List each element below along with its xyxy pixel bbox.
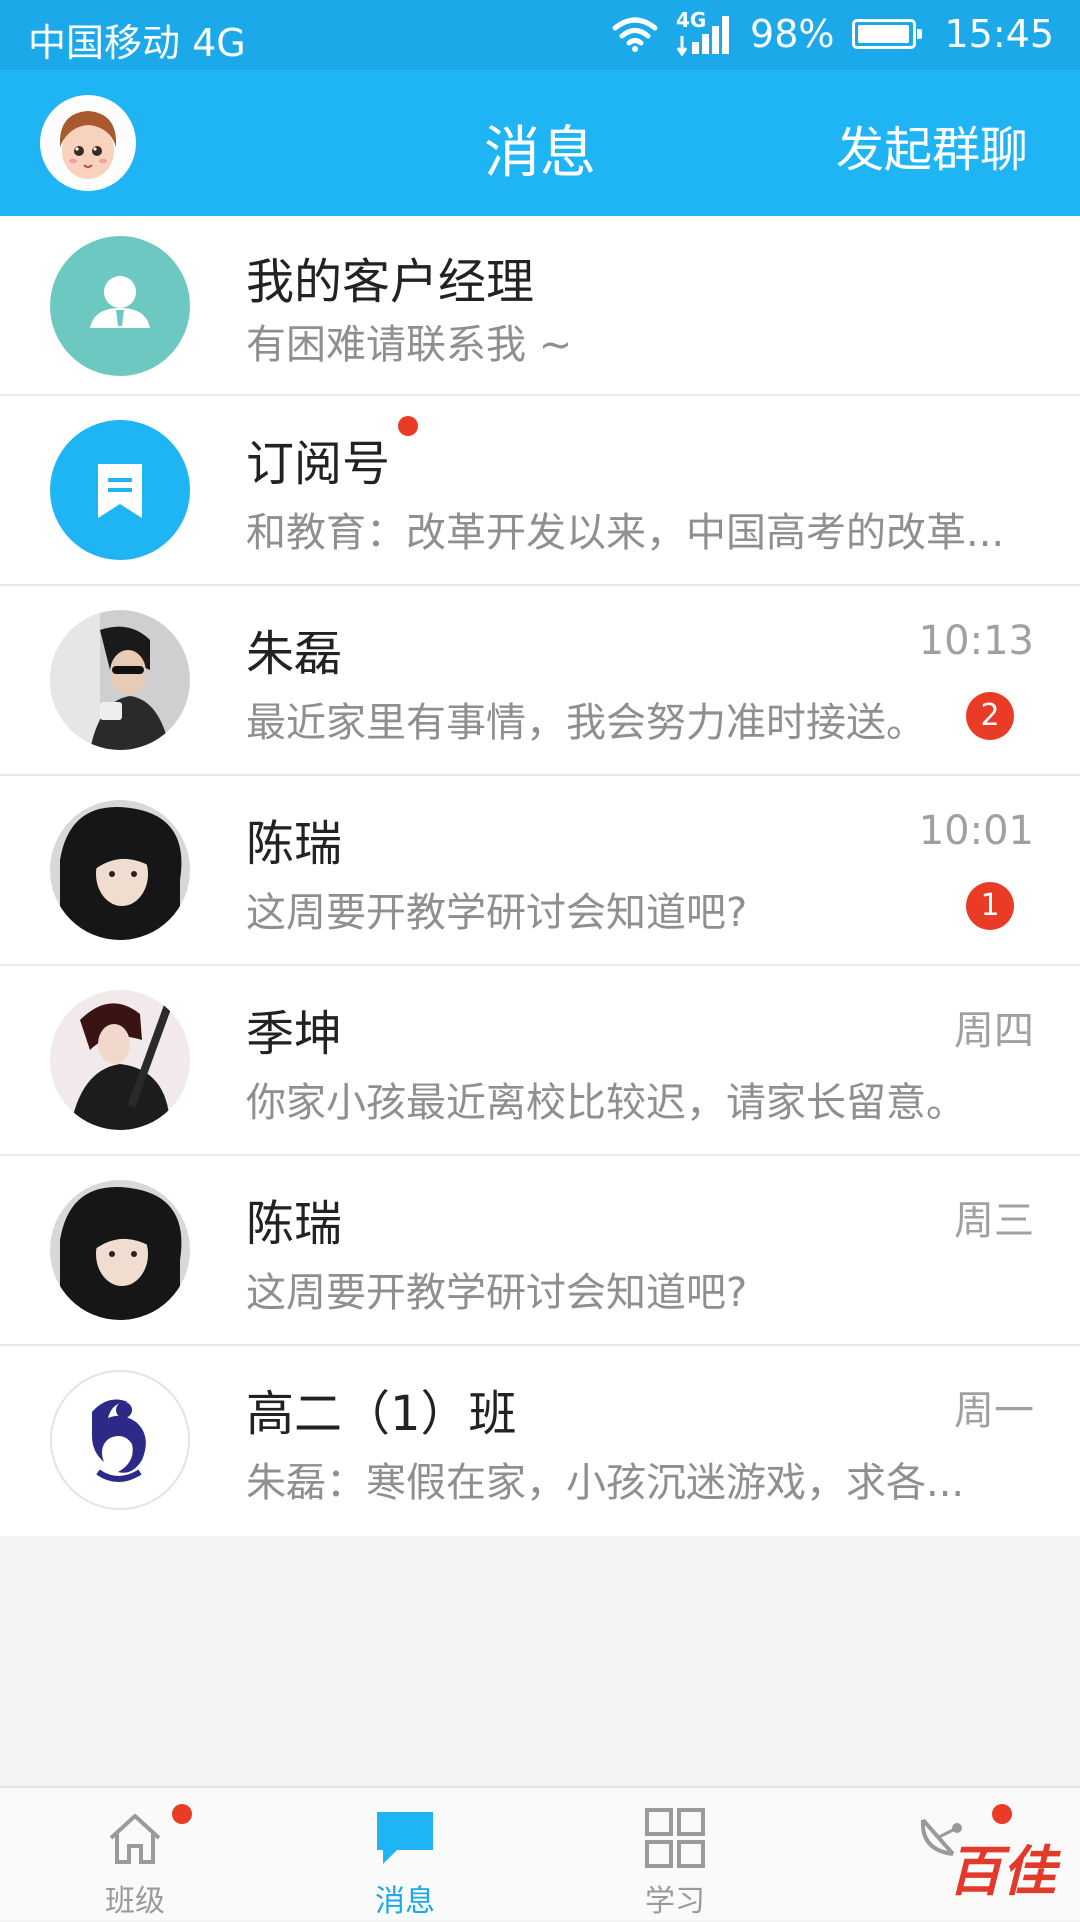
user-photo (50, 800, 190, 940)
conversation-preview: 有困难请联系我 ~ (246, 322, 573, 368)
user-photo (50, 990, 190, 1130)
conversation-time: 周四 (954, 1008, 1034, 1054)
battery-icon (852, 19, 923, 49)
conversation-item[interactable]: 陈瑞 10:01 这周要开教学研讨会知道吧? 1 (0, 776, 1080, 966)
tab-study[interactable]: 学习 (540, 1788, 810, 1922)
unread-dot (992, 1804, 1012, 1824)
conversation-name: 订阅号 (246, 436, 391, 492)
battery-fill (858, 25, 910, 43)
app-header: 消息 发起群聊 (0, 70, 1080, 216)
signal-icon: 4G (676, 8, 732, 56)
conversation-time: 10:13 (918, 618, 1034, 664)
tab-class[interactable]: 班级 (0, 1788, 270, 1922)
clock: 15:45 (944, 12, 1054, 56)
conversation-name: 陈瑞 (246, 1196, 343, 1252)
conversation-name: 陈瑞 (246, 816, 343, 872)
conversation-name: 朱磊 (246, 626, 343, 682)
start-group-chat-button[interactable]: 发起群聊 (836, 110, 1028, 180)
user-photo (50, 1180, 190, 1320)
conversation-preview: 朱磊：寒假在家，小孩沉迷游戏，求各... (246, 1460, 965, 1506)
bookmark-icon (50, 420, 190, 560)
conversation-preview: 这周要开教学研讨会知道吧? (246, 1270, 748, 1316)
conversation-preview: 最近家里有事情，我会努力准时接送。 (246, 700, 926, 746)
tab-label: 消息 (375, 1884, 435, 1919)
conversation-list: 我的客户经理 有困难请联系我 ~ 订阅号 和教育：改革开发以来，中国高考的改革.… (0, 216, 1080, 1536)
conversation-time: 周三 (954, 1198, 1034, 1244)
class-logo (50, 1370, 190, 1510)
conversation-time: 周一 (954, 1388, 1034, 1434)
status-bar: 中国移动 4G 4G 98% 15:45 (0, 0, 1080, 70)
battery-percent: 98% (750, 12, 835, 56)
carrier-label: 中国移动 4G (28, 21, 246, 65)
conversation-preview: 和教育：改革开发以来，中国高考的改革... (246, 510, 1005, 556)
conversation-item[interactable]: 我的客户经理 有困难请联系我 ~ (0, 216, 1080, 396)
conversation-preview: 你家小孩最近离校比较迟，请家长留意。 (246, 1080, 966, 1126)
tab-messages[interactable]: 消息 (270, 1788, 540, 1922)
conversation-item[interactable]: 订阅号 和教育：改革开发以来，中国高考的改革... (0, 396, 1080, 586)
manager-icon (50, 236, 190, 376)
conversation-item[interactable]: 季坤 周四 你家小孩最近离校比较迟，请家长留意。 (0, 966, 1080, 1156)
grid-icon (645, 1808, 705, 1868)
chat-icon (377, 1812, 433, 1864)
user-photo (50, 610, 190, 750)
watermark-logo: 百佳 (948, 1840, 1056, 1903)
tab-label: 班级 (105, 1884, 165, 1919)
conversation-item[interactable]: 朱磊 10:13 最近家里有事情，我会努力准时接送。 2 (0, 586, 1080, 776)
conversation-item[interactable]: 高二（1）班 周一 朱磊：寒假在家，小孩沉迷游戏，求各... (0, 1346, 1080, 1536)
conversation-name: 季坤 (246, 1006, 343, 1062)
home-icon (109, 1814, 161, 1864)
conversation-name: 我的客户经理 (246, 254, 535, 310)
conversation-time: 10:01 (918, 808, 1034, 854)
conversation-item[interactable]: 陈瑞 周三 这周要开教学研讨会知道吧? (0, 1156, 1080, 1346)
unread-badge: 1 (966, 882, 1014, 930)
tab-label: 学习 (645, 1884, 705, 1919)
conversation-preview: 这周要开教学研讨会知道吧? (246, 890, 748, 936)
unread-dot (172, 1804, 192, 1824)
unread-badge: 2 (966, 692, 1014, 740)
bottom-tab-bar: 班级 消息 学习 百佳 (0, 1786, 1080, 1920)
conversation-name: 高二（1）班 (246, 1386, 517, 1442)
wifi-icon (612, 17, 658, 52)
unread-dot (398, 416, 418, 436)
